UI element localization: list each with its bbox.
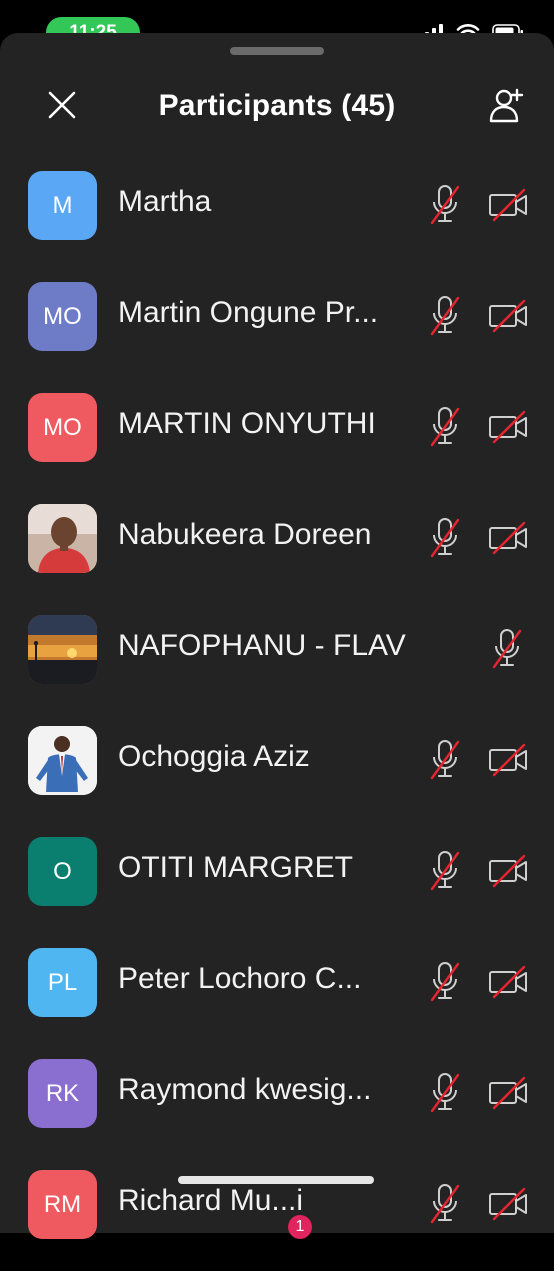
avatar <box>28 504 97 573</box>
participant-name: OTITI MARGRET <box>118 851 353 884</box>
unread-badge: 1 <box>288 1215 312 1239</box>
participant-row[interactable]: Nabukeera Doreen <box>0 494 554 605</box>
video-off-icon <box>489 743 527 777</box>
participant-name: Martin Ongune Pr... <box>118 296 379 329</box>
avatar: RK <box>28 1059 97 1128</box>
avatar <box>28 726 97 795</box>
participant-row[interactable]: MO Martin Ongune Pr... <box>0 272 554 383</box>
mic-status-button[interactable] <box>430 516 460 560</box>
avatar <box>28 615 97 684</box>
profile-photo <box>28 726 97 795</box>
video-status-button[interactable] <box>488 187 530 223</box>
avatar-initials: MO <box>43 413 82 441</box>
participant-row[interactable]: O OTITI MARGRET <box>0 827 554 938</box>
mic-status-button[interactable] <box>430 960 460 1004</box>
muted-mic-icon <box>430 1184 460 1224</box>
avatar: M <box>28 171 97 240</box>
participant-name: Nabukeera Doreen <box>118 518 372 551</box>
video-status-button[interactable] <box>488 409 530 445</box>
avatar-initials: O <box>53 857 72 885</box>
participant-name: Richard Mu...i <box>118 1184 304 1217</box>
avatar-initials: RM <box>43 1190 82 1218</box>
avatar-initials: MO <box>43 302 82 330</box>
add-participant-button[interactable] <box>486 85 528 127</box>
participant-row[interactable]: M Martha <box>0 161 554 272</box>
participant-list: M Martha MO Martin Ongune Pr... MO MARTI… <box>0 161 554 1271</box>
video-status-button[interactable] <box>488 964 530 1000</box>
muted-mic-icon <box>430 518 460 558</box>
video-off-icon <box>489 410 527 444</box>
muted-mic-icon <box>430 1073 460 1113</box>
muted-mic-icon <box>430 851 460 891</box>
participant-row[interactable]: PL Peter Lochoro C... <box>0 938 554 1049</box>
muted-mic-icon <box>430 740 460 780</box>
mic-status-button[interactable] <box>430 1071 460 1115</box>
mic-status-button[interactable] <box>430 738 460 782</box>
video-status-button[interactable] <box>488 1186 530 1222</box>
video-status-button[interactable] <box>488 1075 530 1111</box>
video-status-button[interactable] <box>488 298 530 334</box>
mic-status-button[interactable] <box>430 294 460 338</box>
video-status-button[interactable] <box>488 853 530 889</box>
home-indicator[interactable] <box>178 1176 374 1184</box>
mic-status-button[interactable] <box>492 627 522 671</box>
add-user-icon <box>489 88 524 123</box>
avatar: PL <box>28 948 97 1017</box>
video-off-icon <box>489 521 527 555</box>
video-off-icon <box>489 854 527 888</box>
avatar: MO <box>28 393 97 462</box>
sheet-header: Participants (45) <box>0 77 554 137</box>
participants-sheet: Participants (45) M Martha MO Martin Ong… <box>0 33 554 1239</box>
avatar: O <box>28 837 97 906</box>
avatar-initials: M <box>52 191 73 219</box>
muted-mic-icon <box>430 962 460 1002</box>
avatar-initials: RK <box>45 1079 80 1107</box>
video-status-button[interactable] <box>488 520 530 556</box>
participant-row[interactable]: NAFOPHANU - FLAVIA <box>0 605 554 716</box>
video-off-icon <box>489 188 527 222</box>
participant-row[interactable]: RK Raymond kwesig... <box>0 1049 554 1160</box>
muted-mic-icon <box>430 185 460 225</box>
participant-name: Martha <box>118 185 212 218</box>
video-status-button[interactable] <box>488 742 530 778</box>
mic-status-button[interactable] <box>430 849 460 893</box>
avatar: MO <box>28 282 97 351</box>
participant-name: Raymond kwesig... <box>118 1073 372 1106</box>
muted-mic-icon <box>430 296 460 336</box>
participant-name: MARTIN ONYUTHI <box>118 407 376 440</box>
participant-row[interactable]: Ochoggia Aziz <box>0 716 554 827</box>
mic-status-button[interactable] <box>430 405 460 449</box>
video-off-icon <box>489 1076 527 1110</box>
muted-mic-icon <box>492 629 522 669</box>
participant-name: Ochoggia Aziz <box>118 740 310 773</box>
video-off-icon <box>489 965 527 999</box>
participant-name: NAFOPHANU - FLAVIA <box>118 629 408 662</box>
mic-status-button[interactable] <box>430 1182 460 1226</box>
video-off-icon <box>489 299 527 333</box>
profile-photo <box>28 504 97 573</box>
avatar: RM <box>28 1170 97 1239</box>
participant-name: Peter Lochoro C... <box>118 962 362 995</box>
sheet-grabber[interactable] <box>230 47 324 55</box>
avatar-initials: PL <box>47 968 78 996</box>
video-off-icon <box>489 1187 527 1221</box>
profile-photo <box>28 615 97 684</box>
participant-row[interactable]: MO MARTIN ONYUTHI <box>0 383 554 494</box>
muted-mic-icon <box>430 407 460 447</box>
mic-status-button[interactable] <box>430 183 460 227</box>
page-title: Participants (45) <box>158 89 396 122</box>
